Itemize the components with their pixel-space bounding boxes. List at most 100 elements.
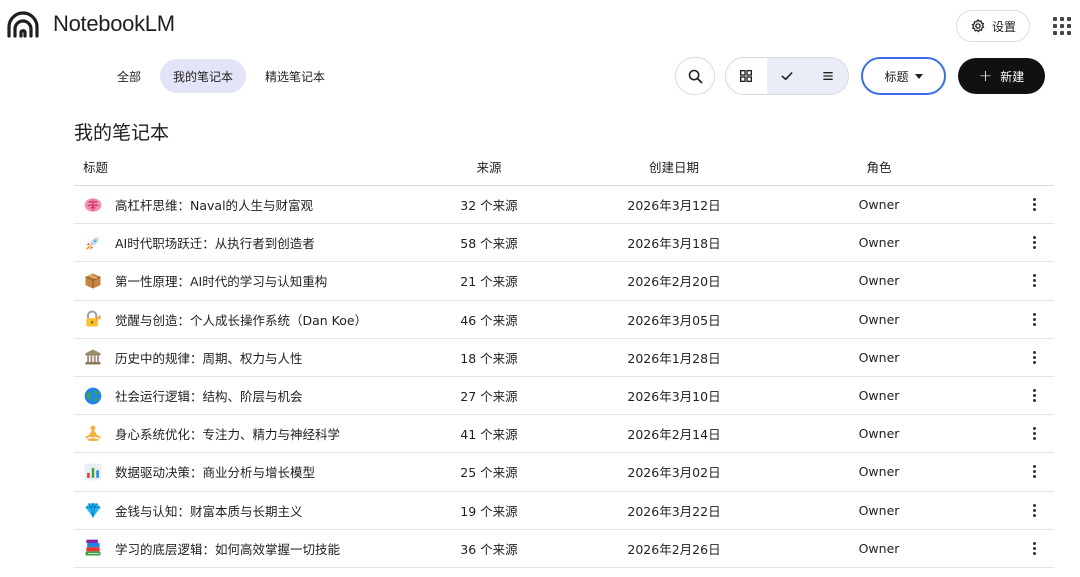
globe-icon [82,385,104,407]
notebook-title: 觉醒与创造：个人成长操作系统（Dan Koe） [115,312,368,328]
table-row[interactable]: 社会运行逻辑：结构、阶层与机会 27 个来源 2026年3月10日 Owner [74,377,1054,416]
more-vert-icon[interactable] [1031,350,1037,364]
notebook-created-date: 2026年3月05日 [627,312,721,328]
tab-all[interactable]: 全部 [104,59,154,93]
notebook-sources: 21 个来源 [460,274,518,290]
notebook-sources: 58 个来源 [460,236,518,252]
sort-dropdown-button[interactable]: 标题 [861,57,946,95]
notebook-sources: 46 个来源 [460,312,518,328]
notebook-sources: 18 个来源 [460,350,518,366]
notebook-role: Owner [858,464,900,480]
column-header-title[interactable]: 标题 [74,157,404,176]
checkmark-icon [781,72,793,81]
more-vert-icon[interactable] [1031,274,1037,288]
books-icon [82,537,104,559]
notebooks-table: 标题 来源 创建日期 角色 高杠杆思维：Naval的人生与财富观 32 个来源 20… [74,148,1054,568]
more-vert-icon[interactable] [1031,198,1037,212]
notebook-title: 数据驱动决策：商业分析与增长模型 [115,465,316,481]
gear-icon [971,19,985,33]
notebook-sources: 32 个来源 [460,198,518,214]
notebook-title-cell[interactable]: 金钱与认知：财富本质与长期主义 [74,499,404,521]
table-row[interactable]: 高杠杆思维：Naval的人生与财富观 32 个来源 2026年3月12日 Owner [74,186,1054,225]
more-vert-icon[interactable] [1031,236,1037,250]
table-row[interactable]: AI时代职场跃迁：从执行者到创造者 58 个来源 2026年3月18日 Owner [74,224,1054,263]
brain-icon [82,194,104,216]
notebook-role: Owner [858,311,900,327]
notebook-title-cell[interactable]: 第一性原理：AI时代的学习与认知重构 [74,270,404,292]
notebook-created-date: 2026年3月18日 [627,236,721,252]
notebooklm-logo-icon[interactable] [6,10,40,40]
notebook-title-cell[interactable]: 数据驱动决策：商业分析与增长模型 [74,461,404,483]
tab-my-notebooks[interactable]: 我的笔记本 [160,59,247,93]
list-view-selected-button[interactable] [766,58,808,94]
notebook-created-date: 2026年3月10日 [627,389,721,405]
more-vert-icon[interactable] [1031,541,1037,555]
notebook-created-date: 2026年2月26日 [627,541,721,557]
table-row[interactable]: 觉醒与创造：个人成长操作系统（Dan Koe） 46 个来源 2026年3月05日 O… [74,301,1054,339]
notebook-sources: 19 个来源 [460,503,518,519]
rocket-icon [82,232,104,254]
notebook-created-date: 2026年3月22日 [627,503,721,519]
notebook-role: Owner [858,388,900,404]
notebook-title: 高杠杆思维：Naval的人生与财富观 [115,198,314,214]
gem-icon [82,499,104,521]
lock-key-icon [82,308,104,330]
notebook-title: 历史中的规律：周期、权力与人性 [115,350,303,366]
settings-label: 设置 [991,19,1016,34]
search-button[interactable] [675,57,715,95]
column-header-sources[interactable]: 来源 [404,157,574,176]
table-row[interactable]: 数据驱动决策：商业分析与增长模型 25 个来源 2026年3月02日 Owner [74,453,1054,492]
table-row[interactable]: 身心系统优化：专注力、精力与神经科学 41 个来源 2026年2月14日 Owner [74,415,1054,454]
list-view-button[interactable] [807,58,848,94]
column-header-created-date[interactable]: 创建日期 [574,157,774,176]
table-header: 标题 来源 创建日期 角色 [74,148,1054,186]
meditation-icon [82,423,104,445]
notebook-title-cell[interactable]: 社会运行逻辑：结构、阶层与机会 [74,385,404,407]
notebook-sources: 27 个来源 [460,389,518,405]
notebook-created-date: 2026年3月02日 [627,465,721,481]
grid-view-button[interactable] [726,58,767,94]
settings-button[interactable]: 设置 [956,10,1030,42]
table-row[interactable]: 学习的底层逻辑：如何高效掌握一切技能 36 个来源 2026年2月26日 Owner [74,530,1054,568]
more-vert-icon[interactable] [1031,465,1037,479]
notebook-title-cell[interactable]: 高杠杆思维：Naval的人生与财富观 [74,194,404,216]
notebook-role: Owner [858,502,900,518]
table-row[interactable]: 历史中的规律：周期、权力与人性 18 个来源 2026年1月28日 Owner [74,339,1054,377]
notebook-title: 金钱与认知：财富本质与长期主义 [115,503,303,519]
apps-grid-icon [1053,17,1057,21]
caret-down-icon [914,73,923,79]
more-vert-icon[interactable] [1031,389,1037,403]
notebook-sources: 41 个来源 [460,427,518,443]
notebook-title: 第一性原理：AI时代的学习与认知重构 [115,274,328,290]
notebook-title-cell[interactable]: AI时代职场跃迁：从执行者到创造者 [74,232,404,254]
apps-grid-button[interactable] [1048,12,1076,40]
notebook-filter-tabs: 全部 我的笔记本 精选笔记本 [104,59,338,93]
notebook-title-cell[interactable]: 历史中的规律：周期、权力与人性 [74,346,404,368]
notebook-title-cell[interactable]: 学习的底层逻辑：如何高效掌握一切技能 [74,537,404,559]
notebook-title-cell[interactable]: 身心系统优化：专注力、精力与神经科学 [74,423,404,445]
column-header-role[interactable]: 角色 [774,157,984,176]
grid-icon [740,70,753,82]
notebook-role: Owner [858,235,900,251]
notebook-title: 学习的底层逻辑：如何高效掌握一切技能 [115,541,341,557]
plus-icon: + [978,66,993,85]
sort-label: 标题 [884,69,909,84]
tab-featured-notebooks[interactable]: 精选笔记本 [252,59,338,93]
app-title: NotebookLM [53,11,175,36]
notebook-sources: 36 个来源 [460,541,518,557]
notebook-created-date: 2026年1月28日 [627,350,721,366]
notebook-title-cell[interactable]: 觉醒与创造：个人成长操作系统（Dan Koe） [74,308,404,330]
more-vert-icon[interactable] [1031,427,1037,441]
notebook-title: 社会运行逻辑：结构、阶层与机会 [115,389,303,405]
notebook-created-date: 2026年2月20日 [627,274,721,290]
notebook-role: Owner [858,197,900,213]
search-icon [688,69,702,83]
classical-building-icon [82,346,104,368]
more-vert-icon[interactable] [1031,503,1037,517]
table-row[interactable]: 金钱与认知：财富本质与长期主义 19 个来源 2026年3月22日 Owner [74,492,1054,530]
notebook-created-date: 2026年3月12日 [627,198,721,214]
app-header: NotebookLM 设置 [0,0,1080,52]
new-notebook-button[interactable]: + 新建 [958,58,1045,94]
table-row[interactable]: 第一性原理：AI时代的学习与认知重构 21 个来源 2026年2月20日 Owner [74,262,1054,301]
more-vert-icon[interactable] [1031,312,1037,326]
